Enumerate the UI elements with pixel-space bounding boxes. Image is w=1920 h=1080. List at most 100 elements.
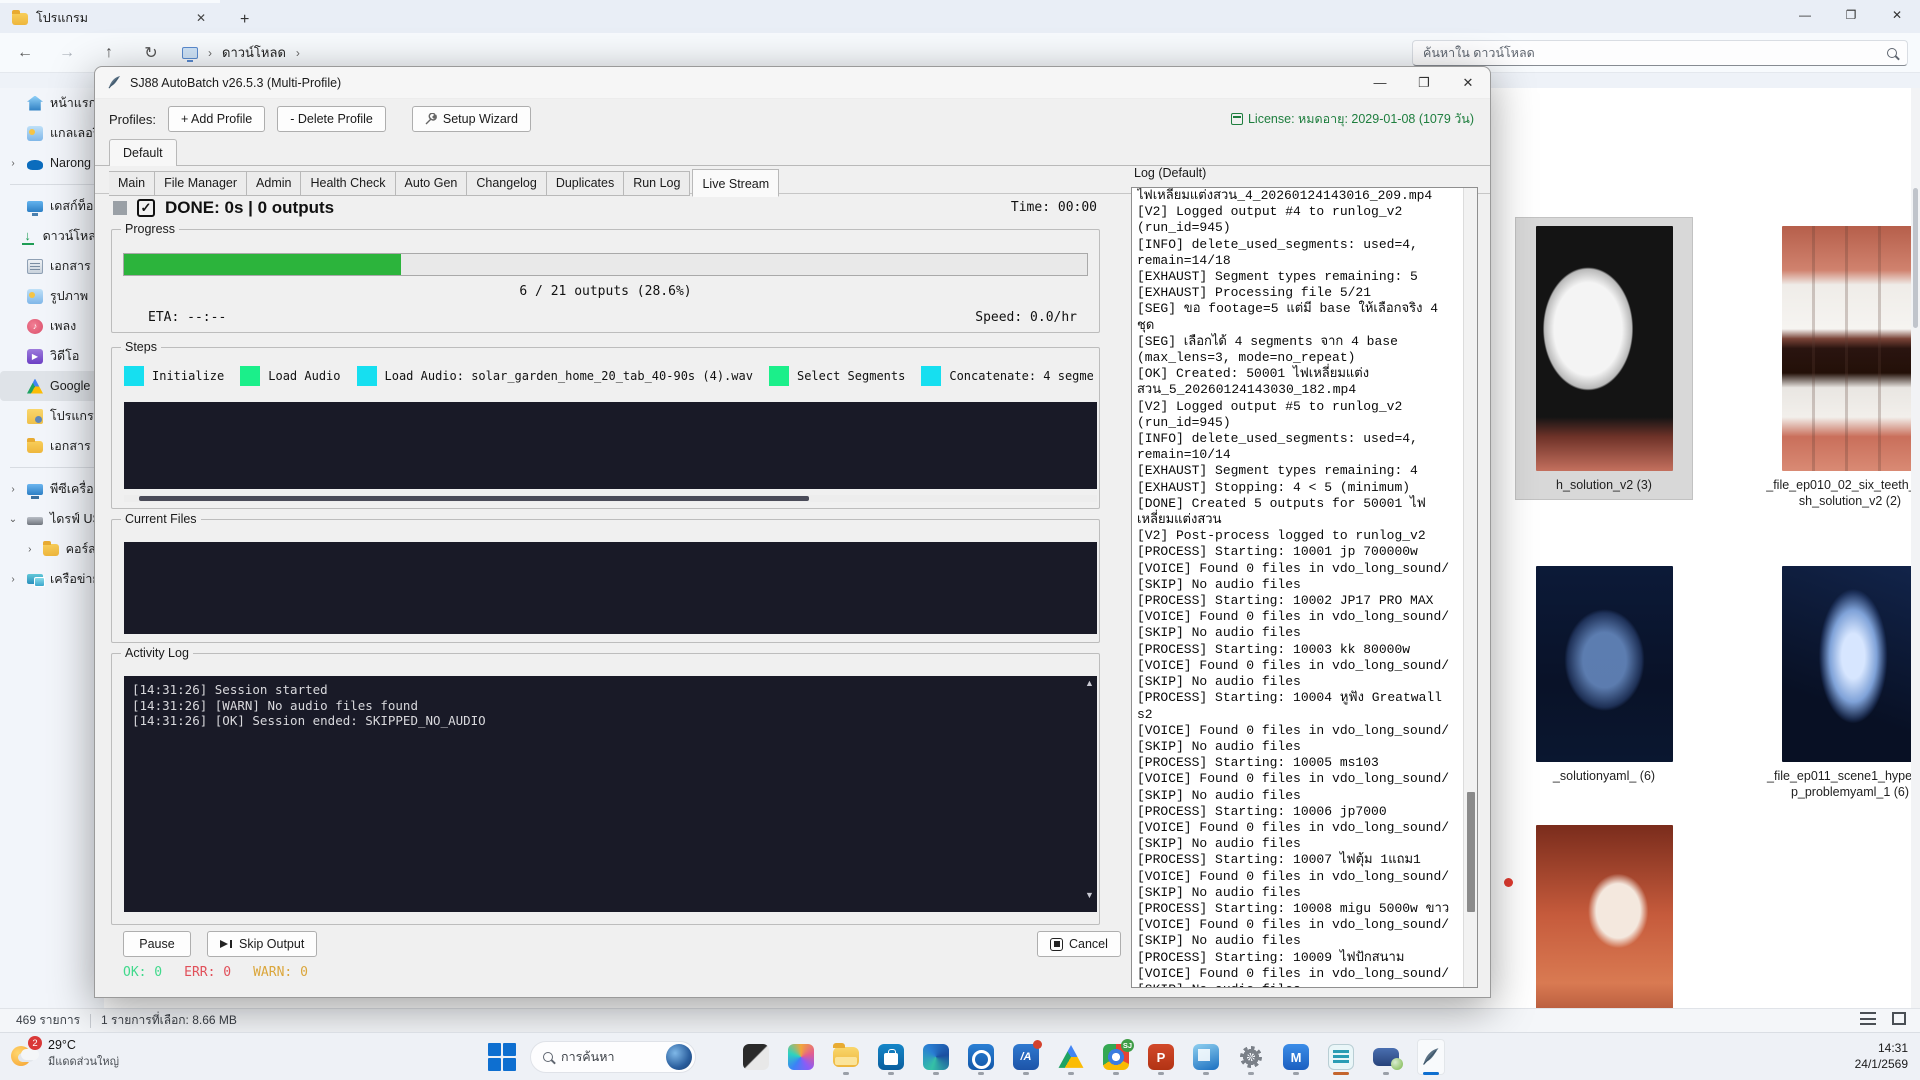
list-view-icon[interactable]: [1860, 1012, 1876, 1025]
start-button[interactable]: [487, 1042, 517, 1072]
sidebar-item[interactable]: วิดีโอ: [0, 341, 104, 371]
sidebar-item[interactable]: ดาวน์โหลด: [0, 221, 104, 251]
profile-tab-default[interactable]: Default: [109, 139, 177, 166]
file-thumbnail[interactable]: [1782, 226, 1919, 471]
chevron-icon[interactable]: ›: [8, 158, 18, 169]
app-tab[interactable]: Health Check: [301, 171, 395, 196]
stop-square-icon[interactable]: [113, 201, 127, 215]
thumbnail-view-icon[interactable]: [1892, 1012, 1906, 1025]
taskbar-clock[interactable]: 14:31 24/1/2569: [1855, 1040, 1908, 1072]
app-tab[interactable]: File Manager: [155, 171, 247, 196]
sidebar-item[interactable]: Google: [0, 371, 104, 401]
taskbar-app-icon[interactable]: [1372, 1039, 1400, 1075]
explorer-tab[interactable]: โปรแกรม ✕: [0, 3, 220, 33]
file-tile[interactable]: _file_ep011_scene1_hyperloop_problemyaml…: [1762, 558, 1920, 806]
maximize-button[interactable]: ❐: [1402, 67, 1446, 99]
scroll-up-icon[interactable]: ▲: [1085, 678, 1094, 688]
pause-button[interactable]: Pause: [123, 931, 191, 957]
taskbar-app-icon[interactable]: [1237, 1039, 1265, 1075]
taskbar-app-icon[interactable]: [1192, 1039, 1220, 1075]
sidebar-item[interactable]: หน้าแรก: [0, 88, 104, 118]
delete-profile-button[interactable]: - Delete Profile: [277, 106, 386, 132]
app-tab[interactable]: Main: [109, 171, 155, 196]
setup-wizard-button[interactable]: Setup Wizard: [412, 106, 531, 132]
file-thumbnail[interactable]: [1536, 566, 1673, 762]
taskbar-app-icon[interactable]: [742, 1039, 770, 1075]
close-button[interactable]: ✕: [1446, 67, 1490, 99]
sidebar-item[interactable]: ⌄ ไดรฟ์ US: [0, 504, 104, 534]
file-tile[interactable]: _solutionyaml_ (6): [1516, 558, 1692, 790]
scroll-down-icon[interactable]: ▼: [1085, 890, 1094, 900]
sidebar-item[interactable]: รูปภาพ: [0, 281, 104, 311]
file-thumbnail[interactable]: [1536, 226, 1673, 471]
explorer-search-box[interactable]: ค้นหาใน ดาวน์โหลด: [1412, 40, 1908, 66]
explorer-scrollbar[interactable]: [1911, 88, 1920, 1008]
minimize-button[interactable]: —: [1782, 0, 1828, 30]
close-button[interactable]: ✕: [1874, 0, 1920, 30]
maximize-button[interactable]: ❐: [1828, 0, 1874, 30]
sidebar-item[interactable]: แกลเลอรี: [0, 118, 104, 148]
taskbar-app-icon[interactable]: [1327, 1039, 1355, 1075]
add-profile-button[interactable]: + Add Profile: [168, 106, 265, 132]
search-icon[interactable]: [1887, 48, 1897, 58]
chevron-icon[interactable]: ›: [8, 574, 18, 585]
app-tab[interactable]: Duplicates: [547, 171, 624, 196]
minimize-button[interactable]: —: [1358, 67, 1402, 99]
weather-widget[interactable]: 2 29°C มีแดดส่วนใหญ่: [10, 1038, 119, 1070]
sidebar-item[interactable]: เดสก์ท็อป: [0, 191, 104, 221]
app-tab[interactable]: Live Stream: [692, 169, 779, 197]
sidebar-item[interactable]: เอกสาร: [0, 251, 104, 281]
app-tab[interactable]: Run Log: [624, 171, 690, 196]
forward-button[interactable]: →: [50, 39, 84, 67]
taskbar-app-icon[interactable]: [877, 1039, 905, 1075]
sidebar-item[interactable]: › เครือข่าย: [0, 564, 104, 594]
cancel-button[interactable]: Cancel: [1037, 931, 1121, 957]
up-button[interactable]: ↑: [92, 39, 126, 67]
tab-close-icon[interactable]: ✕: [192, 9, 210, 27]
new-tab-button[interactable]: +: [234, 11, 255, 33]
breadcrumb[interactable]: › ดาวน์โหลด ›: [182, 42, 300, 63]
sidebar-item[interactable]: เอกสาร: [0, 431, 104, 461]
sidebar-item[interactable]: › Narong: [0, 148, 104, 178]
file-thumbnail[interactable]: [1782, 566, 1919, 762]
sidebar-item[interactable]: เพลง: [0, 311, 104, 341]
taskbar-app-icon[interactable]: [967, 1039, 995, 1075]
scrollbar-thumb[interactable]: [139, 496, 809, 501]
activity-scrollbar[interactable]: ▲ ▼: [1083, 678, 1096, 900]
log-scrollbar[interactable]: [1463, 188, 1477, 987]
app-tab[interactable]: Auto Gen: [396, 171, 468, 196]
chevron-icon[interactable]: ›: [8, 484, 18, 495]
activity-log-panel[interactable]: [14:31:26] Session started [14:31:26] [W…: [124, 676, 1097, 912]
taskbar-app-icon[interactable]: [832, 1039, 860, 1075]
done-checkbox[interactable]: ✓: [137, 199, 155, 217]
taskbar-app-icon[interactable]: [1057, 1039, 1085, 1075]
taskbar-app-icon[interactable]: SJ: [1102, 1039, 1130, 1075]
log-pane[interactable]: ไฟเหลี่ยมแต่งสวน_4_20260124143016_209.mp…: [1131, 187, 1478, 988]
chevron-icon[interactable]: ⌄: [8, 514, 18, 525]
taskbar-app-icon[interactable]: /A: [1012, 1039, 1040, 1075]
sidebar-item[interactable]: › พีซีเครื่อง: [0, 474, 104, 504]
chevron-icon[interactable]: ›: [26, 544, 34, 555]
scrollbar-thumb[interactable]: [1467, 792, 1475, 912]
skip-output-button[interactable]: Skip Output: [207, 931, 317, 957]
taskbar-app-icon[interactable]: [787, 1039, 815, 1075]
file-tile[interactable]: _file_ep010_02_six_teeth_brush_solution_…: [1762, 218, 1920, 515]
sidebar-item[interactable]: › คอร์สติ: [0, 534, 104, 564]
log-line: [DONE] Created 5 outputs for 50001 ไฟเหล…: [1137, 496, 1461, 528]
scrollbar-thumb[interactable]: [1913, 188, 1918, 328]
taskbar-app-icon[interactable]: [922, 1039, 950, 1075]
sidebar-item[interactable]: โปรแกรม: [0, 401, 104, 431]
taskbar-app-icon[interactable]: P: [1147, 1039, 1175, 1075]
taskbar-app-icon[interactable]: M: [1282, 1039, 1310, 1075]
app-tab[interactable]: Admin: [247, 171, 301, 196]
refresh-button[interactable]: ↻: [134, 39, 168, 67]
back-button[interactable]: ←: [8, 39, 42, 67]
file-tile[interactable]: h_solution_v2 (3): [1516, 218, 1692, 499]
taskbar-app-icon[interactable]: [1417, 1039, 1445, 1075]
app-title-bar[interactable]: SJ88 AutoBatch v26.5.3 (Multi-Profile) —…: [95, 67, 1490, 99]
app-tab[interactable]: Changelog: [467, 171, 546, 196]
steps-horizontal-scrollbar[interactable]: [124, 495, 1097, 502]
taskbar-search[interactable]: การค้นหา: [530, 1041, 696, 1073]
license-status: License: หมดอายุ: 2029-01-08 (1079 วัน): [1231, 109, 1474, 129]
breadcrumb-location[interactable]: ดาวน์โหลด: [222, 42, 286, 63]
